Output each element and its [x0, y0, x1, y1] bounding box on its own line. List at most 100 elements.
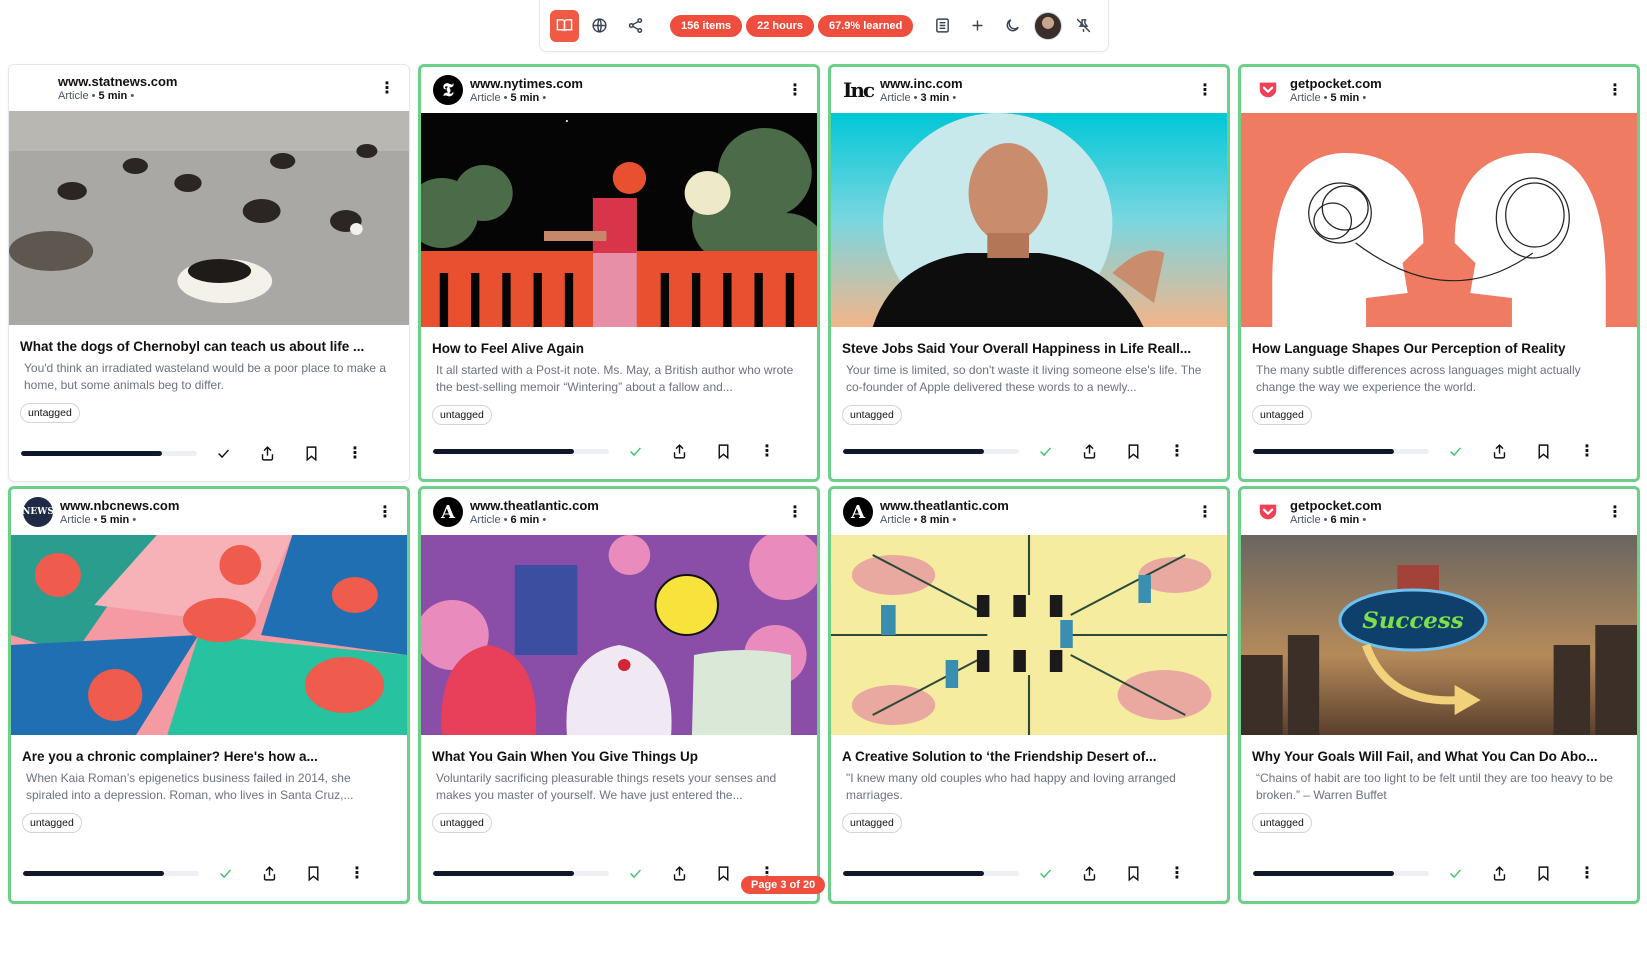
- tag-chip[interactable]: untagged: [20, 403, 80, 423]
- article-card[interactable]: getpocket.com Article • 5 min • ⋮ How La…: [1238, 64, 1640, 482]
- article-title[interactable]: Are you a chronic complainer? Here's how…: [22, 749, 396, 764]
- more-options-icon[interactable]: ⋮: [347, 863, 367, 883]
- article-thumbnail[interactable]: [11, 535, 407, 735]
- more-options-icon[interactable]: ⋮: [785, 502, 805, 522]
- tag-chip[interactable]: untagged: [1252, 405, 1312, 425]
- progress-fill: [433, 870, 574, 876]
- article-title[interactable]: How to Feel Alive Again: [432, 341, 806, 356]
- bookmark-icon[interactable]: [301, 443, 321, 463]
- article-card[interactable]: Inc www.inc.com Article • 3 min • ⋮ Stev…: [828, 64, 1230, 482]
- more-options-icon[interactable]: ⋮: [1167, 863, 1187, 883]
- article-description: Your time is limited, so don't waste it …: [846, 363, 1202, 394]
- progress-bar: [21, 450, 197, 456]
- article-description: Voluntarily sacrificing pleasurable thin…: [436, 771, 777, 802]
- article-thumbnail[interactable]: [421, 113, 817, 327]
- bookmark-icon[interactable]: [1533, 863, 1553, 883]
- more-options-icon[interactable]: ⋮: [377, 78, 397, 98]
- article-type: Article: [470, 91, 501, 104]
- check-icon[interactable]: [1035, 441, 1055, 461]
- top-toolbar: 156 items 22 hours 67.9% learned: [539, 0, 1109, 52]
- article-thumbnail[interactable]: [1241, 113, 1637, 327]
- article-title[interactable]: How Language Shapes Our Perception of Re…: [1252, 341, 1626, 356]
- tag-chip[interactable]: untagged: [22, 813, 82, 833]
- more-options-icon[interactable]: ⋮: [1195, 502, 1215, 522]
- bookmark-icon[interactable]: [303, 863, 323, 883]
- tag-chip[interactable]: untagged: [432, 405, 492, 425]
- progress-fill: [21, 450, 162, 456]
- article-thumbnail[interactable]: [831, 113, 1227, 327]
- article-thumbnail[interactable]: [9, 111, 409, 325]
- check-icon[interactable]: [213, 443, 233, 463]
- tag-chip[interactable]: untagged: [432, 813, 492, 833]
- more-options-icon[interactable]: ⋮: [1577, 863, 1597, 883]
- more-options-icon[interactable]: ⋮: [345, 443, 365, 463]
- list-icon[interactable]: [927, 10, 956, 42]
- article-card[interactable]: A www.theatlantic.com Article • 8 min • …: [828, 486, 1230, 904]
- site-name: www.inc.com: [880, 75, 963, 91]
- share-icon[interactable]: [257, 443, 277, 463]
- read-time: 5 min: [98, 89, 128, 102]
- more-options-icon[interactable]: ⋮: [1195, 80, 1215, 100]
- pocket-logo-icon: [1253, 75, 1283, 105]
- share-icon[interactable]: [669, 863, 689, 883]
- article-card[interactable]: A www.theatlantic.com Article • 6 min • …: [418, 486, 820, 904]
- article-card[interactable]: 𝕿 www.nytimes.com Article • 5 min • ⋮ Ho…: [418, 64, 820, 482]
- moon-icon[interactable]: [998, 10, 1027, 42]
- progress-fill: [1253, 448, 1394, 454]
- article-card[interactable]: www.statnews.com Article • 5 min • ⋮ Wha…: [8, 64, 410, 482]
- article-thumbnail[interactable]: [831, 535, 1227, 735]
- site-logo: A: [433, 497, 463, 527]
- article-title[interactable]: What the dogs of Chernobyl can teach us …: [20, 339, 398, 354]
- tag-chip[interactable]: untagged: [1252, 813, 1312, 833]
- unpin-icon[interactable]: [1069, 10, 1098, 42]
- more-options-icon[interactable]: ⋮: [757, 441, 777, 461]
- bookmark-icon[interactable]: [713, 441, 733, 461]
- items-count-badge: 156 items: [669, 14, 743, 37]
- share-icon[interactable]: [1079, 863, 1099, 883]
- bookmark-icon[interactable]: [1533, 441, 1553, 461]
- read-time: 5 min: [510, 91, 540, 104]
- share-icon[interactable]: [1489, 441, 1509, 461]
- plus-icon[interactable]: [963, 10, 992, 42]
- share-icon[interactable]: [259, 863, 279, 883]
- check-icon[interactable]: [1035, 863, 1055, 883]
- bookmark-icon[interactable]: [713, 863, 733, 883]
- share-icon[interactable]: [1489, 863, 1509, 883]
- article-title[interactable]: Steve Jobs Said Your Overall Happiness i…: [842, 341, 1216, 356]
- share-icon[interactable]: [1079, 441, 1099, 461]
- more-options-icon[interactable]: ⋮: [785, 80, 805, 100]
- share-nodes-icon[interactable]: [621, 10, 650, 42]
- site-logo: A: [843, 497, 873, 527]
- bookmark-icon[interactable]: [1123, 863, 1143, 883]
- article-title[interactable]: What You Gain When You Give Things Up: [432, 749, 806, 764]
- tag-chip[interactable]: untagged: [842, 405, 902, 425]
- article-type: Article: [880, 91, 911, 104]
- more-options-icon[interactable]: ⋮: [1605, 80, 1625, 100]
- article-thumbnail[interactable]: [421, 535, 817, 735]
- globe-icon[interactable]: [585, 10, 614, 42]
- check-icon[interactable]: [1445, 863, 1465, 883]
- more-options-icon[interactable]: ⋮: [375, 502, 395, 522]
- article-title[interactable]: A Creative Solution to ‘the Friendship D…: [842, 749, 1216, 764]
- more-options-icon[interactable]: ⋮: [1167, 441, 1187, 461]
- bookmark-icon[interactable]: [1123, 441, 1143, 461]
- article-description: The many subtle differences across langu…: [1256, 363, 1581, 394]
- check-icon[interactable]: [625, 863, 645, 883]
- article-type: Article: [1290, 91, 1321, 104]
- article-card[interactable]: NEWS www.nbcnews.com Article • 5 min • ⋮…: [8, 486, 410, 904]
- article-card[interactable]: getpocket.com Article • 6 min • ⋮ Succes…: [1238, 486, 1640, 904]
- article-thumbnail[interactable]: Success: [1241, 535, 1637, 735]
- progress-fill: [23, 870, 164, 876]
- check-icon[interactable]: [1445, 441, 1465, 461]
- more-options-icon[interactable]: ⋮: [1577, 441, 1597, 461]
- site-name: www.theatlantic.com: [880, 497, 1009, 513]
- tag-chip[interactable]: untagged: [842, 813, 902, 833]
- check-icon[interactable]: [625, 441, 645, 461]
- share-icon[interactable]: [669, 441, 689, 461]
- check-icon[interactable]: [215, 863, 235, 883]
- pagination-indicator[interactable]: Page 3 of 20: [741, 876, 826, 894]
- article-title[interactable]: Why Your Goals Will Fail, and What You C…: [1252, 749, 1626, 764]
- more-options-icon[interactable]: ⋮: [1605, 502, 1625, 522]
- book-icon[interactable]: [550, 9, 580, 42]
- avatar-button[interactable]: [1033, 10, 1063, 42]
